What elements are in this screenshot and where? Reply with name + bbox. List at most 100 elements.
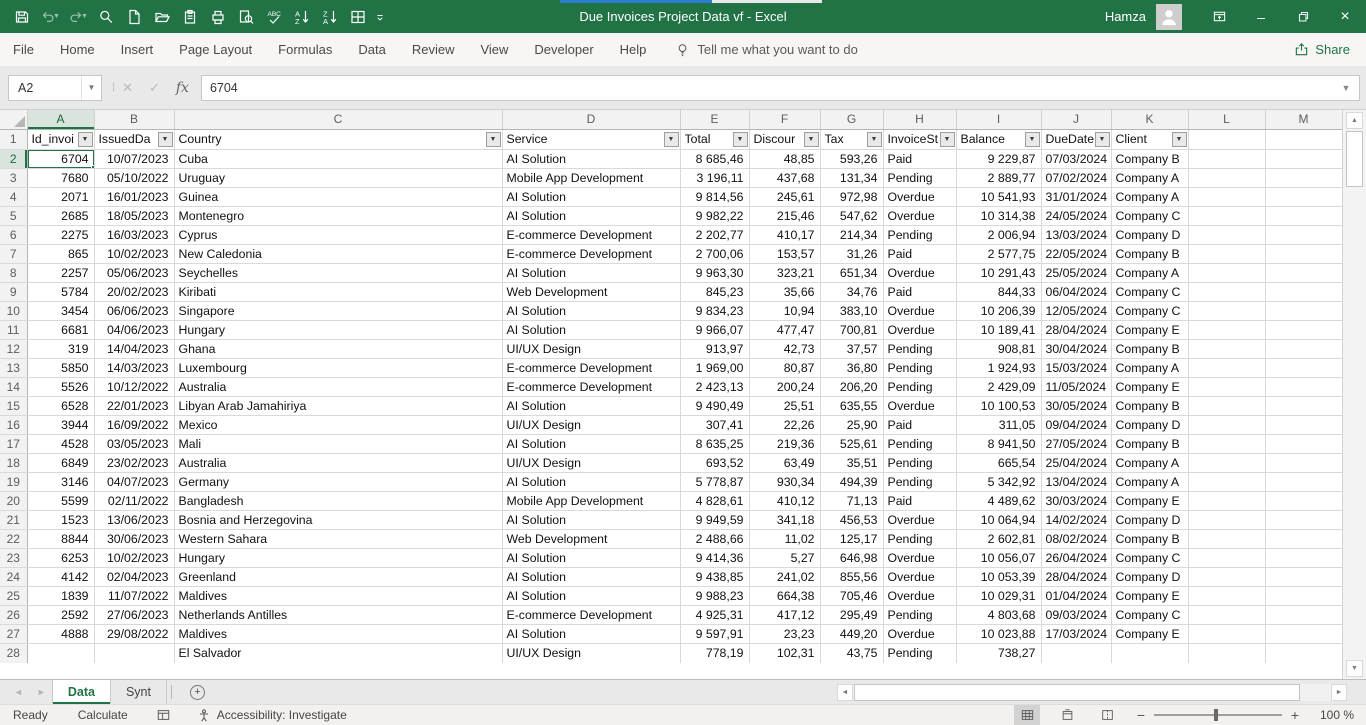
row-header-4[interactable]: 4	[0, 187, 27, 206]
cell-K28[interactable]	[1111, 643, 1188, 663]
new-document-button[interactable]	[122, 4, 146, 30]
cell-D18[interactable]: UI/UX Design	[502, 453, 680, 472]
expand-formula-bar-icon[interactable]: ▼	[1333, 83, 1359, 93]
cell-M8[interactable]	[1265, 263, 1342, 282]
column-header-H[interactable]: H	[883, 110, 956, 129]
cell-I28[interactable]: 738,27	[956, 643, 1041, 663]
zoom-level[interactable]: 100 %	[1306, 708, 1354, 722]
cell-K13[interactable]: Company A	[1111, 358, 1188, 377]
cell-C7[interactable]: New Caledonia	[174, 244, 502, 263]
select-all-corner[interactable]	[0, 110, 27, 129]
page-break-view-button[interactable]	[1094, 705, 1120, 725]
cell-K23[interactable]: Company C	[1111, 548, 1188, 567]
cell-C8[interactable]: Seychelles	[174, 263, 502, 282]
cell-I19[interactable]: 5 342,92	[956, 472, 1041, 491]
cell-C17[interactable]: Mali	[174, 434, 502, 453]
cell-H17[interactable]: Pending	[883, 434, 956, 453]
cell-F28[interactable]: 102,31	[749, 643, 820, 663]
cell-B22[interactable]: 30/06/2023	[94, 529, 174, 548]
cell-A24[interactable]: 4142	[27, 567, 94, 586]
cell-A21[interactable]: 1523	[27, 510, 94, 529]
cell-B20[interactable]: 02/11/2022	[94, 491, 174, 510]
cell-H2[interactable]: Paid	[883, 149, 956, 168]
cell-G21[interactable]: 456,53	[820, 510, 883, 529]
cell-J5[interactable]: 24/05/2024	[1041, 206, 1111, 225]
cell-H23[interactable]: Overdue	[883, 548, 956, 567]
cell-J2[interactable]: 07/03/2024	[1041, 149, 1111, 168]
cell-D15[interactable]: AI Solution	[502, 396, 680, 415]
cell-G16[interactable]: 25,90	[820, 415, 883, 434]
cell-I20[interactable]: 4 489,62	[956, 491, 1041, 510]
column-header-F[interactable]: F	[749, 110, 820, 129]
cell-D25[interactable]: AI Solution	[502, 586, 680, 605]
row-header-26[interactable]: 26	[0, 605, 27, 624]
cell-F27[interactable]: 23,23	[749, 624, 820, 643]
cell-D11[interactable]: AI Solution	[502, 320, 680, 339]
cell-F10[interactable]: 10,94	[749, 301, 820, 320]
cell-H18[interactable]: Pending	[883, 453, 956, 472]
redo-button[interactable]: ▼	[66, 4, 90, 30]
cell-B13[interactable]: 14/03/2023	[94, 358, 174, 377]
cell-J14[interactable]: 11/05/2024	[1041, 377, 1111, 396]
cell-C5[interactable]: Montenegro	[174, 206, 502, 225]
cell-M23[interactable]	[1265, 548, 1342, 567]
sheet-nav-right-icon[interactable]: ►	[37, 687, 46, 697]
filter-dropdown-icon[interactable]: ▼	[867, 132, 882, 147]
cell-B10[interactable]: 06/06/2023	[94, 301, 174, 320]
cell-C28[interactable]: El Salvador	[174, 643, 502, 663]
cell-H4[interactable]: Overdue	[883, 187, 956, 206]
cell-G24[interactable]: 855,56	[820, 567, 883, 586]
cell-I13[interactable]: 1 924,93	[956, 358, 1041, 377]
cell-E16[interactable]: 307,41	[680, 415, 749, 434]
cell-D17[interactable]: AI Solution	[502, 434, 680, 453]
cell-K18[interactable]: Company A	[1111, 453, 1188, 472]
cell-K14[interactable]: Company E	[1111, 377, 1188, 396]
cell-G20[interactable]: 71,13	[820, 491, 883, 510]
cell-M3[interactable]	[1265, 168, 1342, 187]
cell-F22[interactable]: 11,02	[749, 529, 820, 548]
cell-M10[interactable]	[1265, 301, 1342, 320]
ribbon-tab-view[interactable]: View	[467, 33, 521, 66]
close-button[interactable]: ×	[1324, 0, 1366, 33]
cell-J7[interactable]: 22/05/2024	[1041, 244, 1111, 263]
cell-I5[interactable]: 10 314,38	[956, 206, 1041, 225]
row-header-15[interactable]: 15	[0, 396, 27, 415]
ribbon-tab-page-layout[interactable]: Page Layout	[166, 33, 265, 66]
cell-E18[interactable]: 693,52	[680, 453, 749, 472]
cell-H24[interactable]: Overdue	[883, 567, 956, 586]
cell-M2[interactable]	[1265, 149, 1342, 168]
undo-button[interactable]: ▼	[38, 4, 62, 30]
cell-H15[interactable]: Overdue	[883, 396, 956, 415]
cell-D22[interactable]: Web Development	[502, 529, 680, 548]
column-header-I[interactable]: I	[956, 110, 1041, 129]
print-button[interactable]	[206, 4, 230, 30]
cell-E1[interactable]: Total▼	[680, 129, 749, 149]
cell-C6[interactable]: Cyprus	[174, 225, 502, 244]
cell-E13[interactable]: 1 969,00	[680, 358, 749, 377]
cell-D28[interactable]: UI/UX Design	[502, 643, 680, 663]
scroll-up-icon[interactable]: ▲	[1346, 112, 1363, 129]
cell-E19[interactable]: 5 778,87	[680, 472, 749, 491]
cell-A8[interactable]: 2257	[27, 263, 94, 282]
zoom-in-button[interactable]: +	[1284, 707, 1306, 723]
cell-C18[interactable]: Australia	[174, 453, 502, 472]
cell-D21[interactable]: AI Solution	[502, 510, 680, 529]
sort-ascending-button[interactable]: AZ	[290, 4, 314, 30]
row-header-20[interactable]: 20	[0, 491, 27, 510]
save-button[interactable]	[10, 4, 34, 30]
tell-me-box[interactable]: Tell me what you want to do	[675, 42, 857, 58]
cell-I25[interactable]: 10 029,31	[956, 586, 1041, 605]
filter-dropdown-icon[interactable]: ▼	[486, 132, 501, 147]
cell-G2[interactable]: 593,26	[820, 149, 883, 168]
filter-dropdown-icon[interactable]: ▼	[78, 132, 93, 147]
cell-D10[interactable]: AI Solution	[502, 301, 680, 320]
cell-L27[interactable]	[1188, 624, 1265, 643]
name-box[interactable]: A2 ▼	[8, 75, 102, 101]
cell-I7[interactable]: 2 577,75	[956, 244, 1041, 263]
ribbon-tab-review[interactable]: Review	[399, 33, 468, 66]
zoom-slider-handle[interactable]	[1214, 709, 1218, 721]
cell-A9[interactable]: 5784	[27, 282, 94, 301]
cell-I24[interactable]: 10 053,39	[956, 567, 1041, 586]
cell-M26[interactable]	[1265, 605, 1342, 624]
cell-J1[interactable]: DueDate▼	[1041, 129, 1111, 149]
